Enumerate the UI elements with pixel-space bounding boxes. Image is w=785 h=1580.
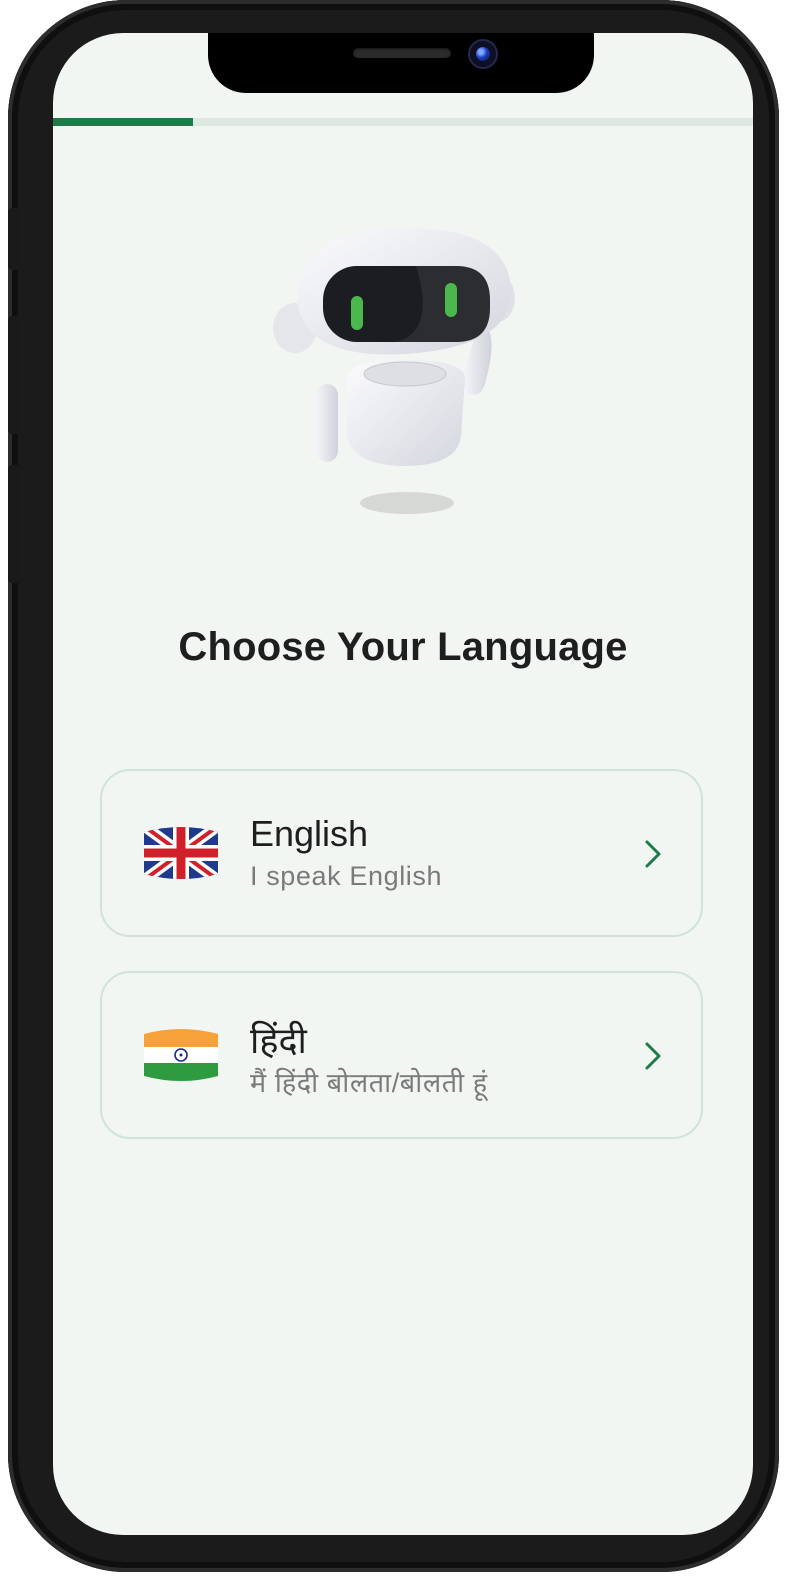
robot-neck	[363, 361, 447, 387]
front-camera	[470, 41, 496, 67]
chevron-right-icon	[645, 1042, 661, 1070]
uk-flag-icon	[144, 827, 218, 879]
language-option-hindi[interactable]: हिंदी मैं हिंदी बोलता/बोलती हूं	[100, 971, 703, 1139]
phone-frame: Choose Your Language English I speak Eng…	[8, 0, 779, 1572]
robot-shadow	[360, 492, 454, 514]
page-title: Choose Your Language	[178, 625, 628, 669]
language-option-english[interactable]: English I speak English	[100, 769, 703, 937]
app-screen: Choose Your Language English I speak Eng…	[53, 33, 753, 1535]
notch	[208, 33, 594, 93]
robot-left-arm	[316, 384, 338, 462]
robot-mascot-icon	[273, 228, 515, 514]
language-subtitle: I speak English	[250, 861, 443, 891]
robot-right-eye	[445, 283, 457, 317]
language-name: हिंदी	[250, 1020, 307, 1061]
onboarding-progress-bar	[53, 118, 753, 126]
robot-left-eye	[351, 296, 363, 330]
language-subtitle: मैं हिंदी बोलता/बोलती हूं	[250, 1068, 488, 1098]
volume-down-button	[8, 465, 20, 583]
chevron-right-icon	[645, 840, 661, 868]
mute-switch	[8, 208, 20, 270]
volume-up-button	[8, 316, 20, 434]
earpiece-speaker	[353, 48, 451, 58]
india-flag-icon	[144, 1029, 218, 1081]
progress-fill	[53, 118, 193, 126]
language-name: English	[250, 813, 369, 854]
